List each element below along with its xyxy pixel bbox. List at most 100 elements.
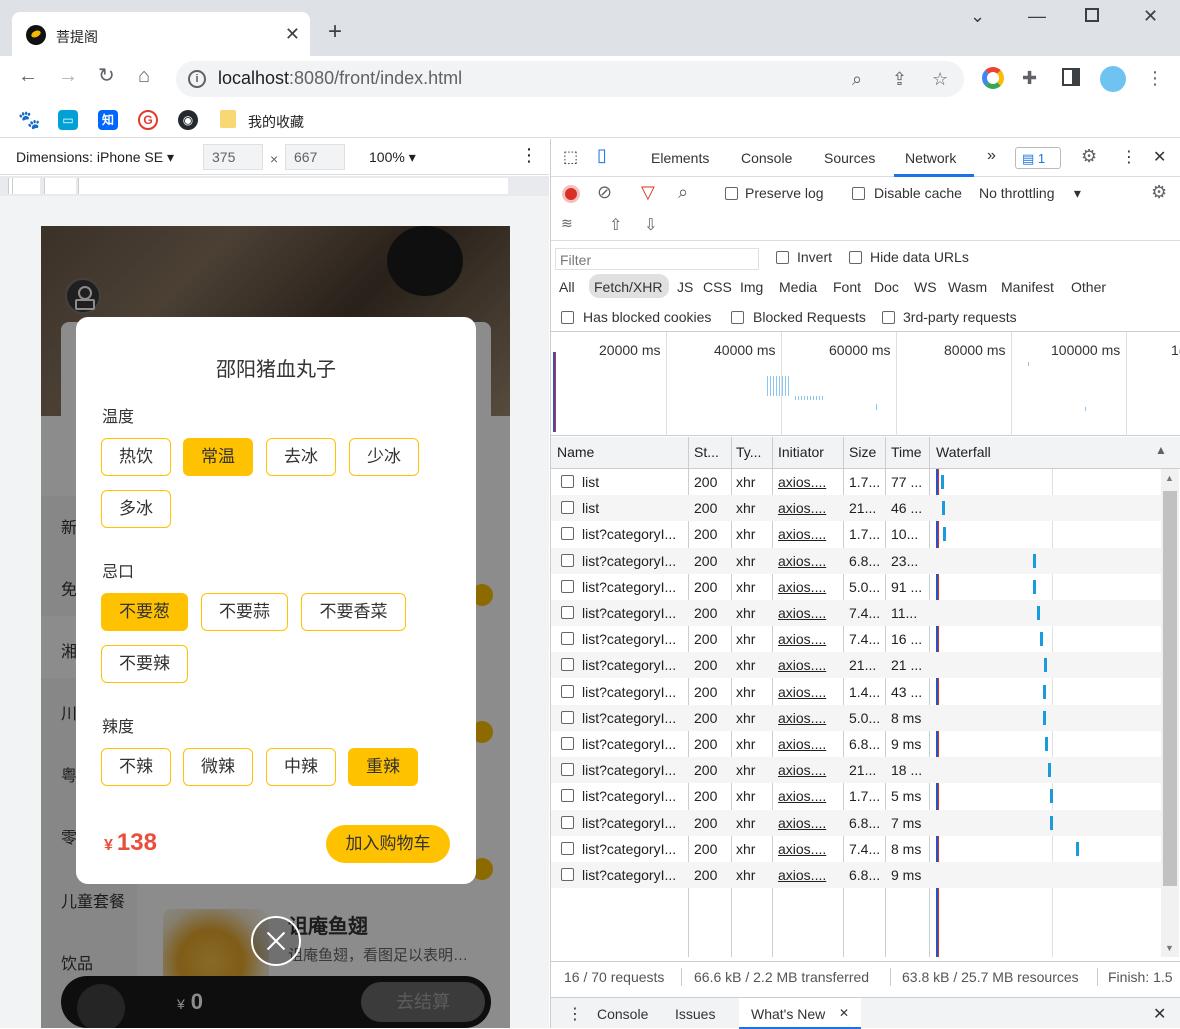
window-close-icon[interactable]: ✕ (1143, 6, 1158, 27)
more-tabs-icon[interactable]: » (987, 147, 996, 165)
cell-initiator[interactable]: axios.... (778, 474, 840, 490)
tab-close-icon[interactable]: ✕ (285, 24, 300, 45)
third-party-label[interactable]: 3rd-party requests (903, 309, 1017, 325)
blocked-requests-label[interactable]: Blocked Requests (753, 309, 866, 325)
type-filter-other[interactable]: Other (1071, 279, 1106, 295)
cell-initiator[interactable]: axios.... (778, 553, 840, 569)
col-name[interactable]: Name (557, 444, 594, 460)
timeline-overview[interactable]: 20000 ms 40000 ms 60000 ms 80000 ms 1000… (551, 332, 1180, 436)
extensions-puzzle-icon[interactable]: ✚ (1022, 68, 1037, 89)
flavor-option[interactable]: 微辣 (183, 748, 253, 786)
flavor-option[interactable]: 不要辣 (101, 645, 188, 683)
import-har-icon[interactable]: ⇧ (609, 215, 622, 235)
cell-initiator[interactable]: axios.... (778, 710, 840, 726)
col-time[interactable]: Time (891, 444, 922, 460)
issues-counter[interactable]: ▤ 1 (1015, 147, 1061, 169)
blocked-requests-checkbox[interactable] (731, 311, 744, 324)
address-bar[interactable]: i localhost:8080/front/index.html ⌕ ⇪ ☆ (176, 61, 964, 97)
invert-label[interactable]: Invert (797, 249, 832, 265)
flavor-option[interactable]: 热饮 (101, 438, 171, 476)
col-status[interactable]: St... (694, 444, 719, 460)
inspect-element-icon[interactable]: ⬚ (563, 147, 578, 167)
type-filter-manifest[interactable]: Manifest (1001, 279, 1054, 295)
tab-search-icon[interactable]: ⌄ (970, 6, 985, 27)
table-row[interactable]: list 200 xhr axios.... 1.7... 77 ... (551, 469, 1161, 495)
zoom-icon[interactable]: ⌕ (852, 69, 862, 90)
scrollbar-thumb[interactable] (1163, 491, 1177, 886)
drawer-tab-whats-new[interactable]: What's New (751, 1006, 825, 1022)
drawer-close-icon[interactable]: ✕ (1153, 1004, 1166, 1024)
blocked-cookies-checkbox[interactable] (561, 311, 574, 324)
network-settings-icon[interactable]: ⚙ (1151, 182, 1167, 203)
flavor-option[interactable]: 中辣 (266, 748, 336, 786)
disable-cache-checkbox[interactable] (852, 187, 865, 200)
flavor-option[interactable]: 去冰 (266, 438, 336, 476)
type-filter-ws[interactable]: WS (914, 279, 937, 295)
flavor-option-selected[interactable]: 常温 (183, 438, 253, 476)
drawer-tab-issues[interactable]: Issues (675, 1006, 715, 1022)
bookmark-folder-label[interactable]: 我的收藏 (248, 112, 304, 132)
network-conditions-icon[interactable]: ≋ (561, 215, 573, 232)
profile-avatar-icon[interactable] (1100, 66, 1126, 92)
tab-elements[interactable]: Elements (651, 150, 709, 166)
flavor-option[interactable]: 多冰 (101, 490, 171, 528)
drawer-tab-close-icon[interactable]: ✕ (839, 1006, 849, 1020)
zhihu-bookmark-icon[interactable]: 知 (98, 110, 118, 130)
device-toggle-icon[interactable]: ▯ (597, 145, 607, 166)
flavor-option-selected[interactable]: 不要葱 (101, 593, 188, 631)
devtools-close-icon[interactable]: ✕ (1153, 147, 1166, 167)
cell-initiator[interactable]: axios.... (778, 815, 840, 831)
table-row[interactable]: list?categoryI... 200 xhr axios.... 7.4... 8 … (551, 836, 1161, 862)
disable-cache-label[interactable]: Disable cache (874, 185, 962, 201)
flavor-option[interactable]: 少冰 (349, 438, 419, 476)
chrome-menu-icon[interactable]: ⋮ (1146, 68, 1164, 89)
col-type[interactable]: Ty... (736, 444, 761, 460)
type-filter-media[interactable]: Media (779, 279, 817, 295)
cell-initiator[interactable]: axios.... (778, 684, 840, 700)
cell-initiator[interactable]: axios.... (778, 841, 840, 857)
site-info-icon[interactable]: i (188, 70, 206, 88)
type-filter-font[interactable]: Font (833, 279, 861, 295)
side-panel-icon[interactable] (1062, 68, 1080, 86)
table-row[interactable]: list?categoryI... 200 xhr axios.... 1.4... 43… (551, 679, 1161, 705)
settings-gear-icon[interactable]: ⚙ (1081, 146, 1097, 167)
cell-initiator[interactable]: axios.... (778, 500, 840, 516)
preserve-log-checkbox[interactable] (725, 187, 738, 200)
table-row[interactable]: list?categoryI... 200 xhr axios.... 5.0... 91… (551, 574, 1161, 600)
table-row[interactable]: list?categoryI... 200 xhr axios.... 6.8... 23… (551, 547, 1161, 574)
media-query-ruler[interactable] (0, 176, 549, 196)
type-filter-xhr[interactable]: Fetch/XHR (594, 279, 662, 295)
bookmark-star-icon[interactable]: ☆ (932, 69, 948, 90)
col-size[interactable]: Size (849, 444, 876, 460)
device-height-input[interactable]: 667 (285, 144, 345, 170)
devtools-menu-icon[interactable]: ⋮ (1121, 147, 1137, 167)
table-row[interactable]: list 200 xhr axios.... 21... 46 ... (551, 495, 1161, 522)
table-row[interactable]: list?categoryI... 200 xhr axios.... 21... 18 … (551, 757, 1161, 784)
filter-icon[interactable]: ▽ (641, 182, 655, 203)
third-party-checkbox[interactable] (882, 311, 895, 324)
cell-initiator[interactable]: axios.... (778, 526, 840, 542)
cell-initiator[interactable]: axios.... (778, 736, 840, 752)
sort-asc-icon[interactable]: ▲ (1155, 443, 1167, 457)
flavor-option-selected[interactable]: 重辣 (348, 748, 418, 786)
filter-input[interactable]: Filter (555, 248, 759, 270)
cell-initiator[interactable]: axios.... (778, 605, 840, 621)
browser-tab[interactable]: 菩提阁 ✕ (12, 12, 310, 58)
dialog-close-icon[interactable] (251, 916, 301, 966)
preserve-log-label[interactable]: Preserve log (745, 185, 824, 201)
flavor-option[interactable]: 不辣 (101, 748, 171, 786)
cell-initiator[interactable]: axios.... (778, 657, 840, 673)
device-width-input[interactable]: 375 (203, 144, 263, 170)
zoom-select[interactable]: 100% ▾ (369, 149, 416, 166)
table-row[interactable]: list?categoryI... 200 xhr axios.... 7.4... 16… (551, 626, 1161, 652)
export-har-icon[interactable]: ⇩ (644, 215, 657, 235)
add-to-cart-button[interactable]: 加入购物车 (326, 825, 450, 863)
chrome-extension-icon[interactable] (982, 67, 1004, 89)
bilibili-bookmark-icon[interactable]: ▭ (58, 110, 78, 130)
device-select[interactable]: Dimensions: iPhone SE ▾ (16, 149, 174, 166)
baidu-bookmark-icon[interactable]: 🐾 (18, 110, 40, 130)
flavor-option[interactable]: 不要香菜 (301, 593, 406, 631)
table-row[interactable]: list?categoryI... 200 xhr axios.... 1.7... 5 … (551, 783, 1161, 809)
table-row[interactable]: list?categoryI... 200 xhr axios.... 5.0... 8 … (551, 704, 1161, 731)
hide-data-urls-checkbox[interactable] (849, 251, 862, 264)
